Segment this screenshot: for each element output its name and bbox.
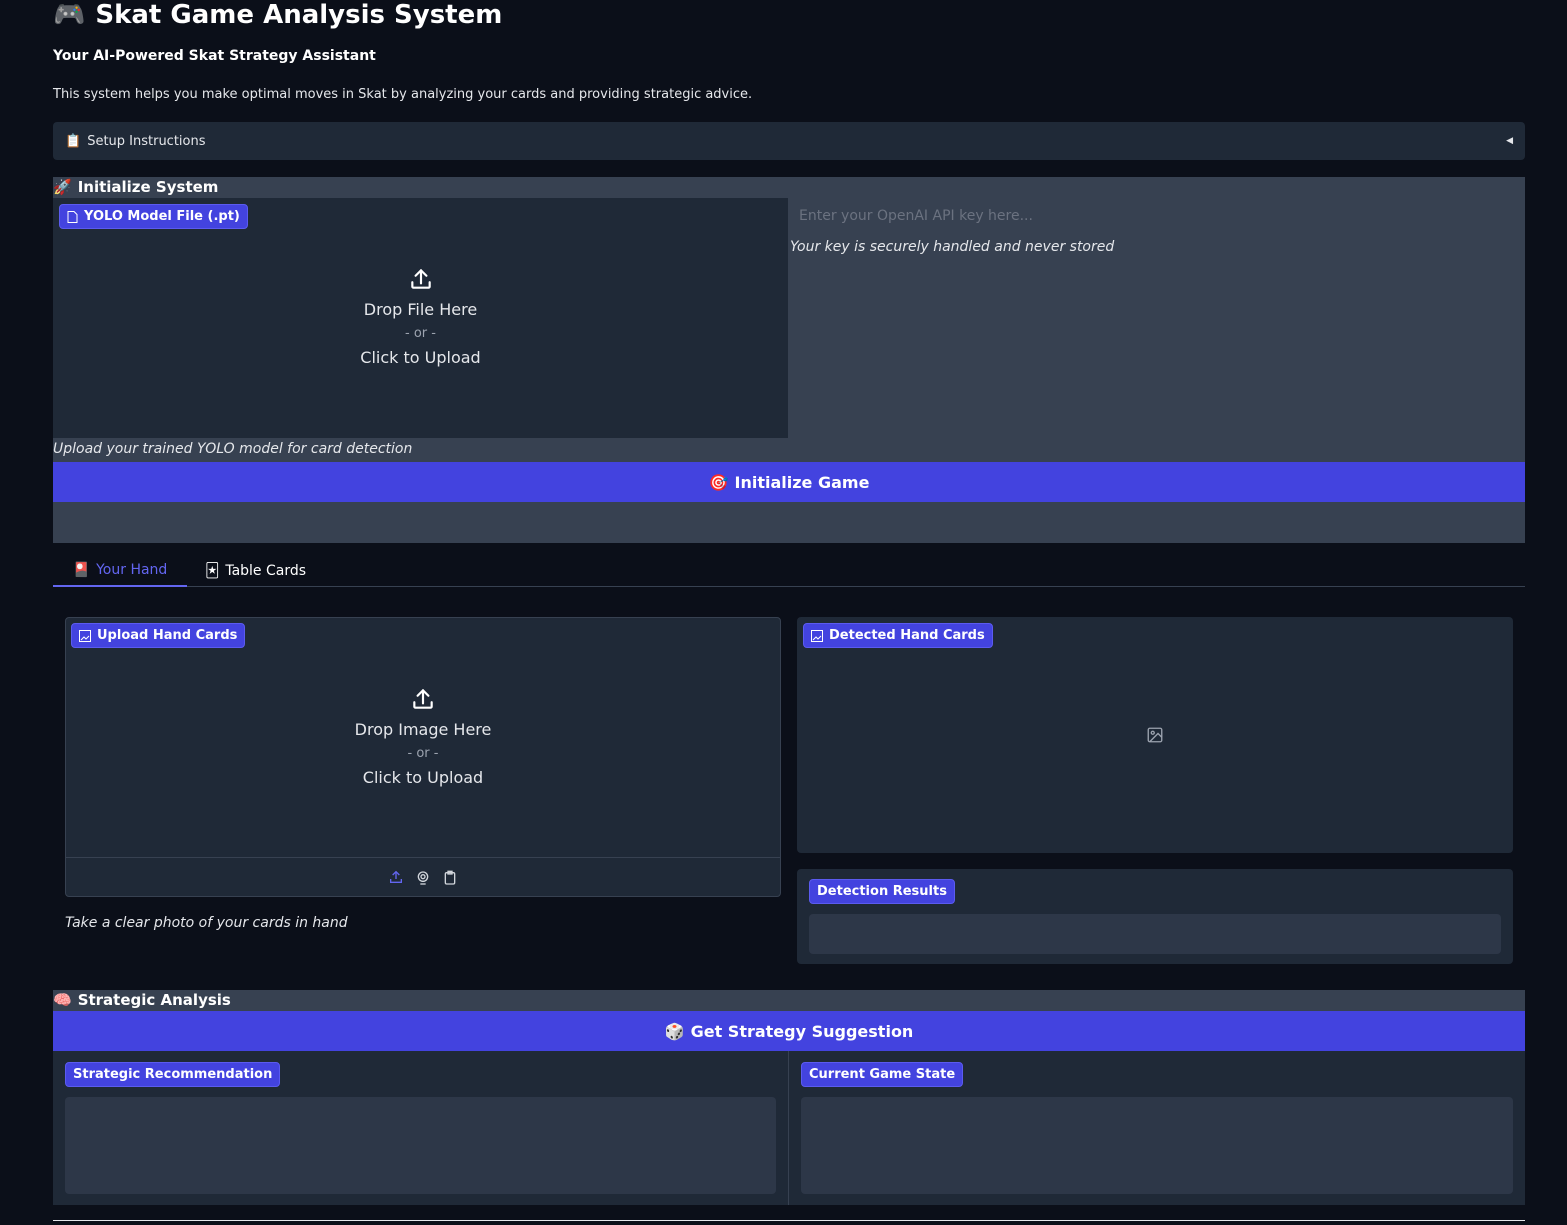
rocket-icon: 🚀	[53, 178, 72, 196]
drop-image-text: Drop Image Here	[354, 719, 492, 739]
click-upload-text: Click to Upload	[362, 767, 484, 787]
page-title: 🎮 Skat Game Analysis System	[53, 0, 502, 30]
image-icon	[79, 629, 91, 642]
strategic-analysis-title-text: Strategic Analysis	[77, 991, 231, 1009]
upload-icon	[413, 688, 433, 709]
get-strategy-button[interactable]: 🎲 Get Strategy Suggestion	[53, 1011, 1525, 1051]
setup-instructions-accordion[interactable]: 📋 Setup Instructions ◀	[53, 122, 1525, 160]
file-icon	[67, 210, 78, 223]
image-icon	[811, 629, 823, 642]
flower-card-icon: 🎴	[72, 562, 91, 578]
dice-icon: 🎲	[664, 1021, 685, 1041]
game-state-label: Current Game State	[801, 1062, 964, 1087]
model-file-upload[interactable]: Drop File Here - or - Click to Upload	[53, 198, 788, 438]
initialize-game-label: Initialize Game	[734, 472, 870, 492]
tab-your-hand-label: Your Hand	[96, 562, 168, 578]
api-key-input[interactable]: Enter your OpenAI API key here...	[799, 208, 1033, 224]
target-icon: 🎯	[708, 472, 729, 492]
column-divider	[788, 1051, 789, 1205]
webcam-icon[interactable]	[415, 870, 431, 886]
upload-hand-label-text: Upload Hand Cards	[97, 628, 238, 643]
drop-file-text: Drop File Here	[363, 300, 478, 319]
api-key-hint: Your key is securely handled and never s…	[790, 239, 1115, 255]
tab-your-hand[interactable]: 🎴 Your Hand	[53, 555, 187, 587]
hand-hint: Take a clear photo of your cards in hand	[65, 915, 348, 931]
upload-icon	[410, 269, 431, 289]
detection-results-field[interactable]	[809, 914, 1501, 954]
initialize-system-title-text: Initialize System	[77, 178, 219, 196]
detection-results-label: Detection Results	[809, 879, 955, 904]
chevron-left-icon: ◀	[1506, 136, 1513, 146]
hand-image-upload[interactable]: Drop Image Here - or - Click to Upload	[66, 618, 780, 857]
initialize-system-title: 🚀 Initialize System	[53, 177, 218, 197]
or-text: - or -	[405, 326, 436, 341]
click-upload-text: Click to Upload	[360, 348, 481, 367]
strategic-analysis-title: 🧠 Strategic Analysis	[53, 990, 231, 1010]
accordion-label: Setup Instructions	[87, 133, 206, 149]
image-placeholder-icon	[1147, 727, 1163, 743]
gamepad-icon: 🎮	[53, 0, 86, 30]
upload-hand-label: Upload Hand Cards	[71, 623, 246, 648]
tab-table-cards-label: Table Cards	[225, 563, 307, 579]
page-description: This system helps you make optimal moves…	[53, 87, 753, 102]
get-strategy-label: Get Strategy Suggestion	[690, 1021, 914, 1041]
footer-divider	[53, 1220, 1525, 1221]
recommendation-label: Strategic Recommendation	[65, 1062, 281, 1087]
brain-icon: 🧠	[53, 991, 72, 1009]
game-state-field[interactable]	[801, 1097, 1513, 1194]
model-hint: Upload your trained YOLO model for card …	[53, 441, 413, 457]
upload-source-divider	[65, 857, 781, 858]
page-subtitle: Your AI-Powered Skat Strategy Assistant	[53, 48, 376, 64]
page-title-text: Skat Game Analysis System	[95, 0, 503, 30]
upload-source-icon[interactable]	[388, 869, 404, 885]
or-text: - or -	[407, 745, 439, 761]
clipboard-icon: 📋	[65, 133, 82, 149]
model-file-label-text: YOLO Model File (.pt)	[84, 209, 240, 224]
joker-card-icon: 🃏	[205, 563, 220, 579]
clipboard-paste-icon[interactable]	[442, 870, 458, 886]
initialize-game-button[interactable]: 🎯 Initialize Game	[53, 462, 1525, 502]
model-file-label: YOLO Model File (.pt)	[59, 204, 248, 229]
strategic-analysis-header	[53, 990, 1525, 1011]
recommendation-field[interactable]	[65, 1097, 776, 1194]
detected-hand-label: Detected Hand Cards	[803, 623, 993, 648]
tab-table-cards[interactable]: 🃏 Table Cards	[205, 555, 306, 587]
detected-hand-label-text: Detected Hand Cards	[829, 628, 985, 643]
